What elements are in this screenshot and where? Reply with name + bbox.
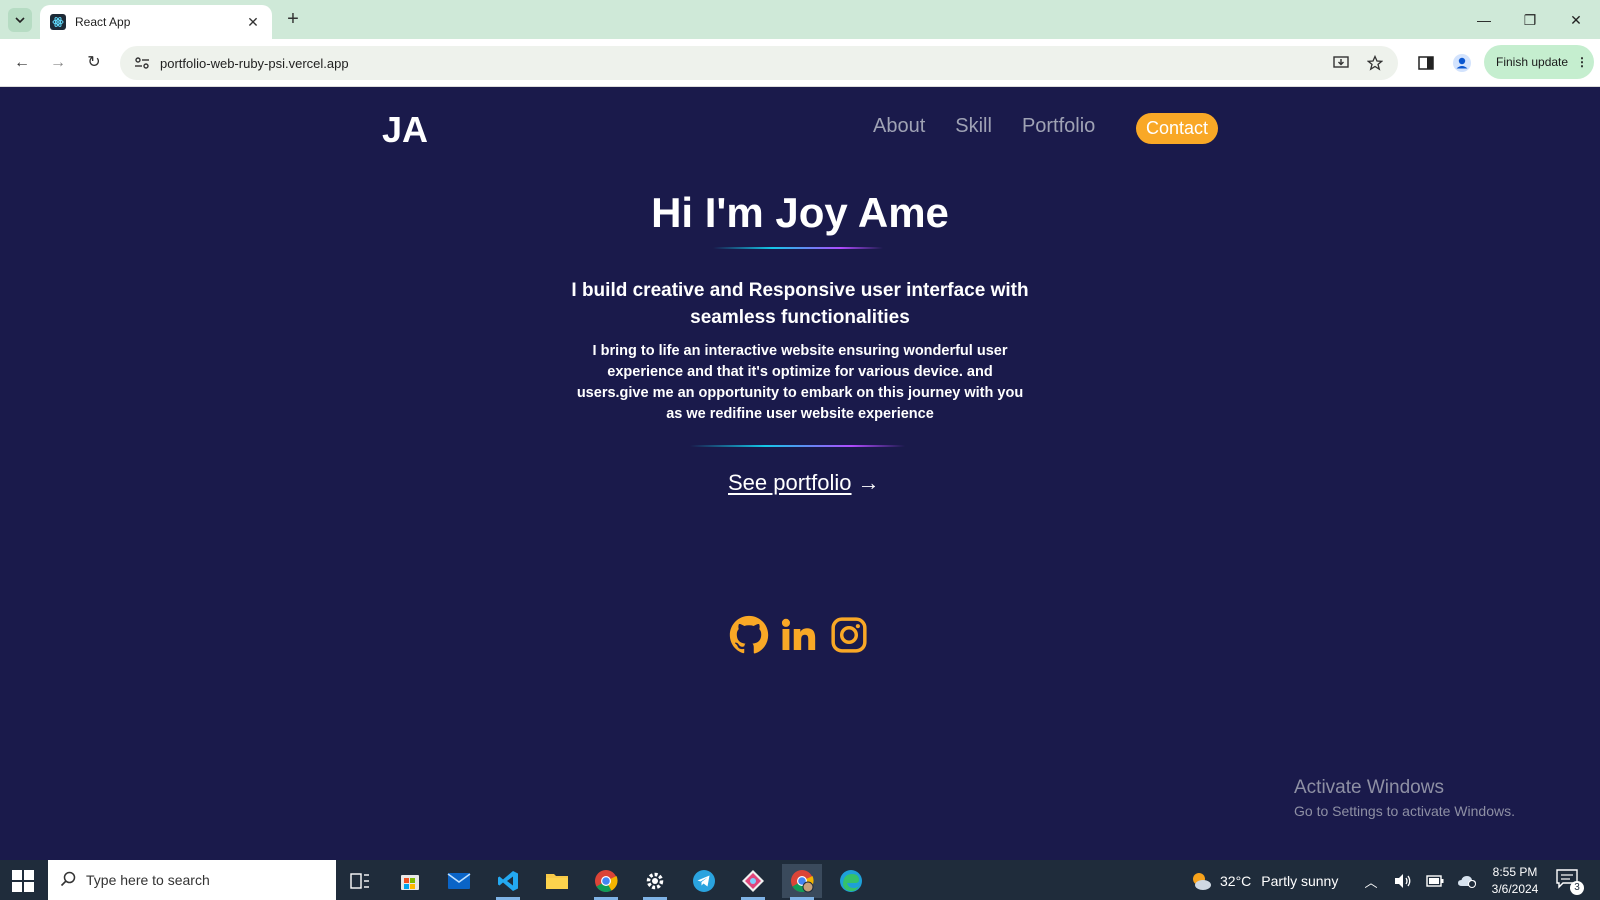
back-arrow-icon[interactable]: ←: [10, 51, 34, 75]
url-text: portfolio-web-ruby-psi.vercel.app: [160, 55, 349, 71]
browser-tab[interactable]: React App ✕: [40, 5, 272, 39]
hero-title: Hi I'm Joy Ame: [651, 189, 949, 236]
nav-portfolio[interactable]: Portfolio: [1022, 115, 1095, 138]
clock-date: 3/6/2024: [1491, 882, 1539, 896]
clock-time: 8:55 PM: [1492, 865, 1538, 879]
microsoft-store-icon[interactable]: [390, 864, 430, 898]
windows-start-icon[interactable]: [12, 870, 34, 892]
partly-sunny-icon: [1190, 870, 1212, 892]
forward-arrow-icon[interactable]: →: [46, 51, 70, 75]
chevron-up-icon[interactable]: ︿: [1360, 870, 1382, 892]
notification-count-badge: 3: [1570, 881, 1584, 895]
hero-description: I bring to life an interactive website e…: [576, 343, 1024, 422]
volume-icon[interactable]: [1392, 870, 1414, 892]
weather-widget[interactable]: 32°C Partly sunny: [1190, 870, 1338, 892]
file-explorer-icon[interactable]: [537, 864, 577, 898]
new-tab-button[interactable]: +: [282, 9, 304, 31]
git-kraken-icon[interactable]: [733, 864, 773, 900]
nav-about[interactable]: About: [873, 115, 925, 138]
taskbar-clock[interactable]: 8:55 PM 3/6/2024: [1480, 864, 1550, 898]
site-logo[interactable]: JA: [382, 109, 428, 151]
chrome-profile-icon[interactable]: [782, 864, 822, 900]
settings-gear-icon[interactable]: [635, 864, 675, 900]
watermark-title: Activate Windows: [1294, 777, 1444, 798]
profile-avatar[interactable]: [1450, 51, 1474, 75]
gradient-divider: [690, 445, 905, 447]
react-icon: [50, 14, 66, 30]
mail-icon[interactable]: [439, 864, 479, 898]
reload-icon[interactable]: ↻: [82, 51, 106, 75]
site-info-icon[interactable]: [132, 53, 152, 73]
more-menu-icon: ⋮: [1576, 55, 1589, 69]
see-portfolio-link[interactable]: See portfolio →: [728, 470, 880, 496]
telegram-icon[interactable]: [684, 864, 724, 898]
taskbar-search-placeholder: Type here to search: [86, 872, 210, 888]
arrow-right-icon: →: [857, 470, 880, 495]
battery-icon[interactable]: [1424, 870, 1446, 892]
minimize-icon[interactable]: —: [1472, 8, 1496, 32]
search-icon: [60, 871, 76, 890]
weather-temperature: 32°C: [1220, 873, 1252, 889]
browser-tab-bar: React App ✕ + — ❐ ✕: [0, 0, 1600, 39]
edge-icon[interactable]: [831, 864, 871, 898]
chevron-down-icon: [15, 17, 25, 24]
bookmark-star-icon[interactable]: [1364, 52, 1386, 74]
portfolio-page: JA About Skill Portfolio Contact Hi I'm …: [0, 87, 1600, 860]
main-nav: About Skill Portfolio: [873, 115, 1125, 138]
windows-taskbar: Type here to search 32°C Partly sunny ︿: [0, 860, 1600, 900]
side-panel-icon[interactable]: [1414, 51, 1438, 75]
contact-button[interactable]: Contact: [1136, 113, 1218, 144]
restore-icon[interactable]: ❐: [1518, 8, 1542, 32]
chrome-icon[interactable]: [586, 864, 626, 900]
address-bar[interactable]: portfolio-web-ruby-psi.vercel.app: [120, 46, 1398, 80]
linkedin-icon[interactable]: [778, 614, 820, 656]
browser-toolbar: ← → ↻ portfolio-web-ruby-psi.vercel.app …: [0, 39, 1600, 87]
install-app-icon[interactable]: [1330, 52, 1352, 74]
tab-search-button[interactable]: [8, 8, 32, 32]
tab-title: React App: [75, 15, 131, 29]
task-view-icon[interactable]: [340, 864, 380, 898]
finish-update-button[interactable]: Finish update ⋮: [1484, 45, 1594, 79]
hero-subtitle: I build creative and Responsive user int…: [571, 280, 1029, 328]
onedrive-icon[interactable]: [1456, 870, 1478, 892]
github-icon[interactable]: [728, 614, 770, 656]
taskbar-search-box[interactable]: Type here to search: [48, 860, 336, 900]
weather-condition: Partly sunny: [1261, 873, 1339, 889]
close-window-icon[interactable]: ✕: [1564, 8, 1588, 32]
notification-center-icon[interactable]: 3: [1556, 869, 1584, 895]
vscode-icon[interactable]: [488, 864, 528, 900]
gradient-divider: [713, 247, 883, 249]
see-portfolio-label: See portfolio: [728, 470, 852, 495]
nav-skill[interactable]: Skill: [955, 115, 992, 138]
watermark-subtitle: Go to Settings to activate Windows.: [1294, 803, 1515, 819]
activate-windows-watermark: Activate Windows Go to Settings to activ…: [1294, 777, 1515, 819]
instagram-icon[interactable]: [828, 614, 870, 656]
social-links: [728, 614, 878, 656]
close-tab-icon[interactable]: ✕: [244, 14, 262, 31]
finish-update-label: Finish update: [1496, 55, 1569, 69]
